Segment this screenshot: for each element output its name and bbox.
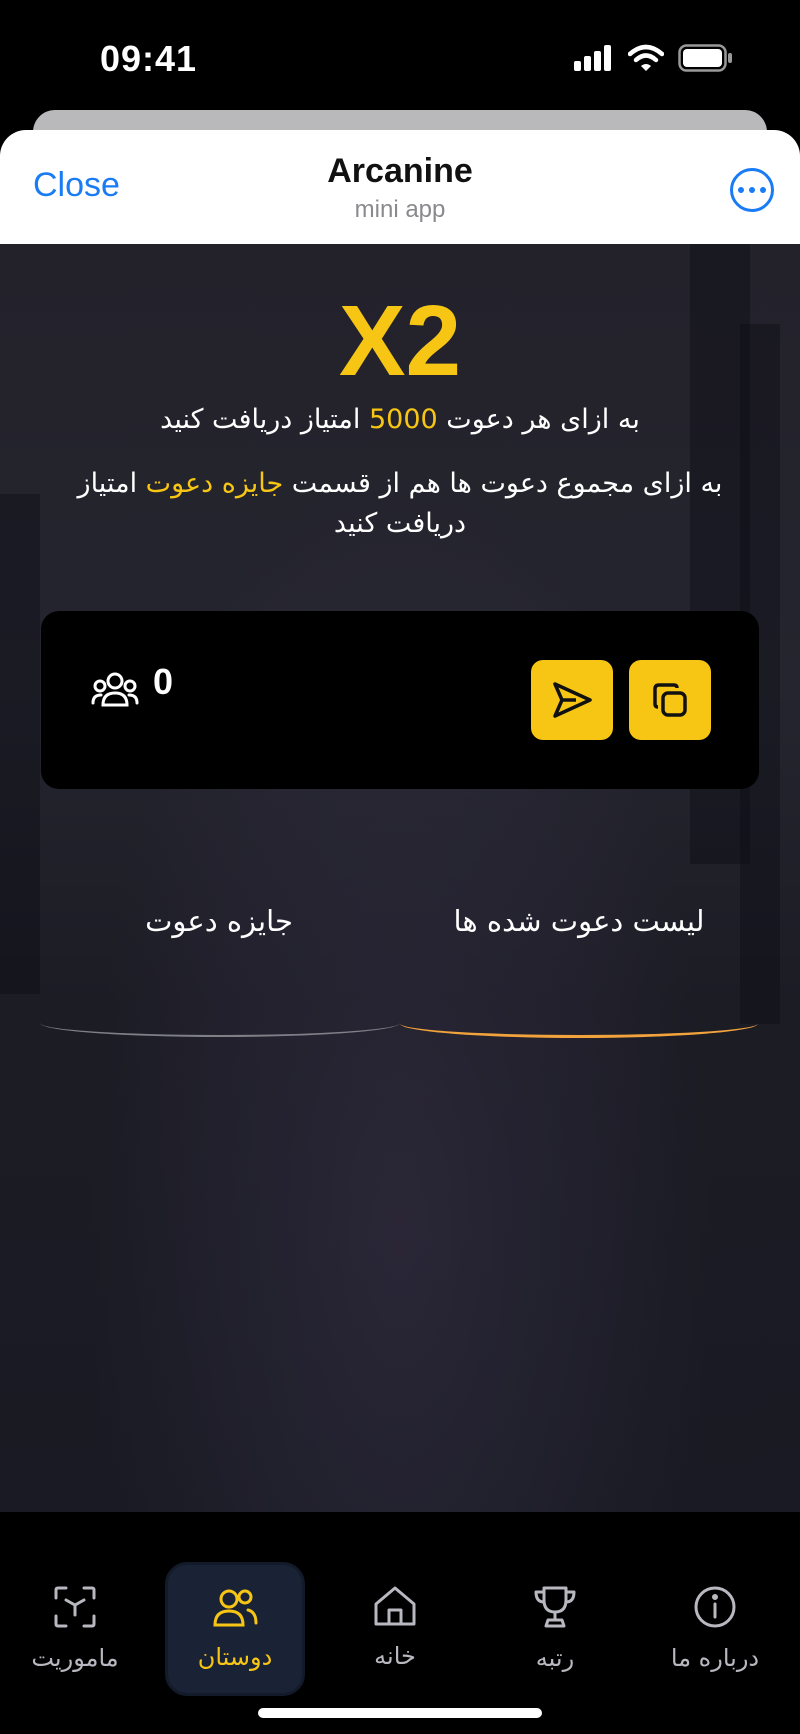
trophy-icon	[534, 1586, 576, 1628]
tab-invited-list[interactable]: لیست دعوت شده ها	[400, 904, 758, 938]
multiplier-title: X2	[338, 285, 462, 397]
friends-count: 0	[153, 661, 174, 702]
nav-item-friends[interactable]: دوستان	[165, 1562, 305, 1696]
total-reward-text: به ازای مجموع دعوت ها هم از قسمت جایزه د…	[50, 464, 750, 544]
nav-label: رتبه	[535, 1644, 575, 1672]
status-bar: 09:41	[0, 0, 800, 112]
battery-icon	[678, 44, 732, 72]
text-segment: امتیاز دریافت کنید	[160, 404, 369, 435]
invite-reward-text: به ازای هر دعوت 5000 امتیاز دریافت کنید	[0, 404, 800, 435]
tab-reward-underline	[40, 1009, 400, 1037]
app-header: Close Arcanine mini app	[0, 130, 800, 244]
tab-invite-reward[interactable]: جایزه دعوت	[40, 904, 398, 938]
wifi-icon	[628, 44, 664, 71]
points-value: 5000	[368, 404, 438, 435]
bottom-navigation: ماموریت دوستان خانه رتبه درباره ما	[0, 1512, 800, 1734]
users-icon	[213, 1589, 258, 1627]
nav-item-missions[interactable]: ماموریت	[5, 1562, 145, 1696]
more-options-button[interactable]	[730, 168, 774, 212]
nav-label: دوستان	[197, 1643, 273, 1671]
friends-icon	[91, 672, 139, 707]
nav-label: درباره ما	[670, 1644, 760, 1672]
send-icon	[553, 682, 592, 718]
app-title: Arcanine	[327, 152, 473, 190]
invite-card: 0	[41, 611, 759, 789]
share-invite-button[interactable]	[531, 660, 613, 740]
status-icons	[574, 44, 734, 72]
dot-icon	[749, 187, 755, 193]
nav-item-home[interactable]: خانه	[325, 1562, 465, 1696]
background-spire	[0, 494, 40, 994]
app-subtitle: mini app	[354, 196, 446, 223]
copy-link-button[interactable]	[629, 660, 711, 740]
text-segment: به ازای هر دعوت	[437, 404, 640, 435]
dot-icon	[738, 187, 744, 193]
dot-icon	[760, 187, 766, 193]
reward-highlight: جایزه دعوت	[145, 468, 284, 499]
home-icon	[374, 1586, 416, 1626]
copy-icon	[653, 683, 687, 717]
nav-label: ماموریت	[31, 1644, 119, 1672]
home-indicator	[258, 1708, 542, 1718]
signal-icon	[574, 45, 611, 71]
nav-item-about[interactable]: درباره ما	[645, 1562, 785, 1696]
nav-label: خانه	[374, 1642, 416, 1670]
scan-icon	[54, 1586, 96, 1628]
info-icon	[694, 1586, 736, 1628]
tab-list-underline-active	[400, 1009, 758, 1038]
main-content: X2 به ازای هر دعوت 5000 امتیاز دریافت کن…	[0, 244, 800, 1512]
text-segment: به ازای مجموع دعوت ها هم از قسمت	[283, 468, 723, 499]
status-time: 09:41	[100, 38, 198, 79]
nav-item-rank[interactable]: رتبه	[485, 1562, 625, 1696]
